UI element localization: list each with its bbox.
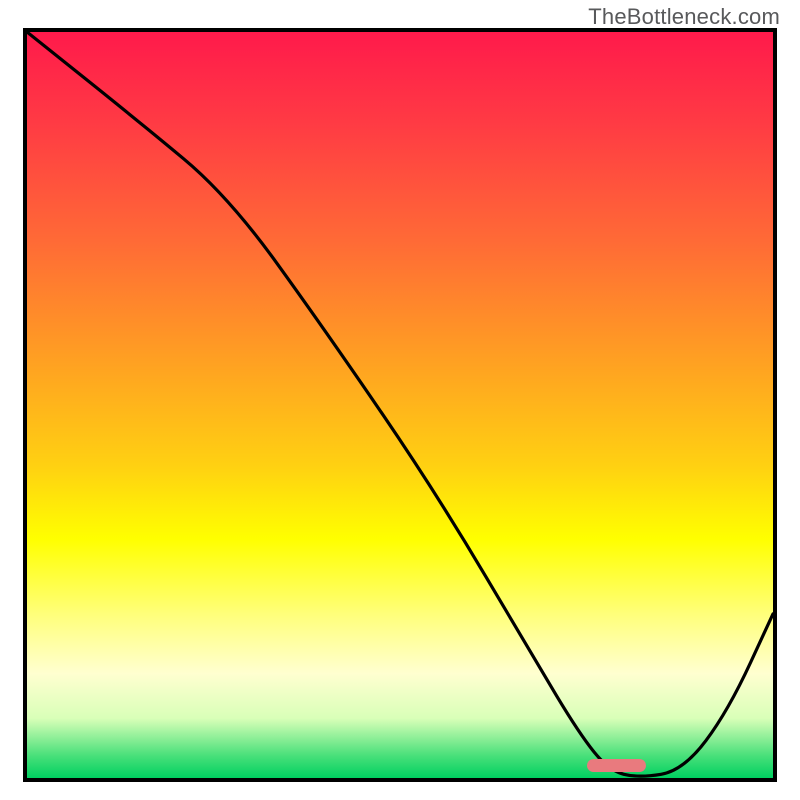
optimal-marker [587,759,647,772]
bottleneck-curve [27,32,773,778]
chart-container: TheBottleneck.com [0,0,800,800]
watermark-text: TheBottleneck.com [588,4,780,30]
plot-area [23,28,777,782]
curve-path [27,32,773,776]
